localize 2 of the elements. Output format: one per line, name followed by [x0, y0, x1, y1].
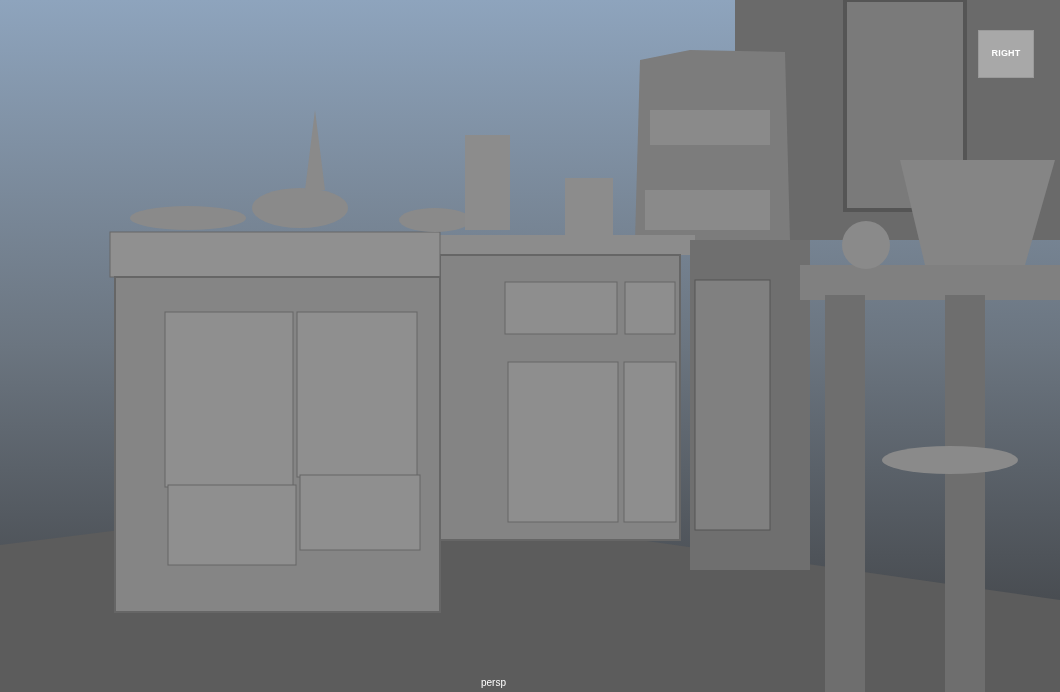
camera-label: persp — [481, 676, 506, 690]
view-cube[interactable]: RIGHT — [978, 30, 1034, 78]
